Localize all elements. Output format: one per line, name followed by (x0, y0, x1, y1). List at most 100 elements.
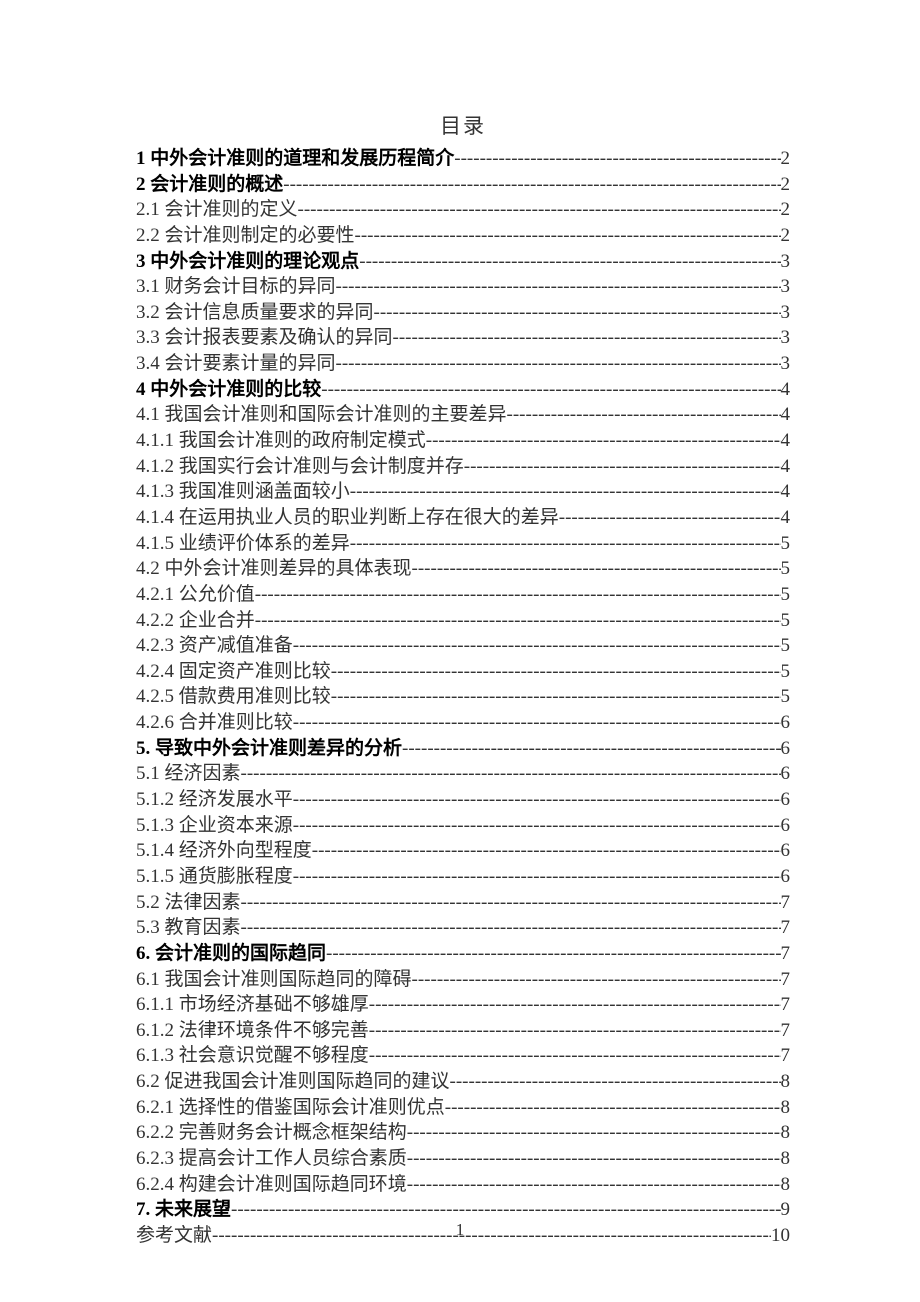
toc-entry-page: 5 (781, 684, 791, 710)
toc-leader (369, 992, 781, 1018)
toc-entry-page: 7 (781, 1018, 791, 1044)
page-number: 1 (0, 1220, 920, 1240)
toc-leader (454, 146, 780, 172)
toc-entry-label: 2 会计准则的概述 (136, 172, 283, 198)
toc-entry: 2 会计准则的概述2 (136, 172, 790, 198)
toc-entry-label: 4.1 我国会计准则和国际会计准则的主要差异 (136, 402, 507, 428)
toc-entry: 3.4 会计要素计量的异同3 (136, 351, 790, 377)
toc-entry: 4.1 我国会计准则和国际会计准则的主要差异 4 (136, 402, 790, 428)
toc-entry: 5.2 法律因素7 (136, 890, 790, 916)
toc-leader (393, 325, 781, 351)
toc-entry-label: 3 中外会计准则的理论观点 (136, 249, 359, 275)
toc-entry: 5.1.4 经济外向型程度6 (136, 838, 790, 864)
toc-entry: 6.2.2 完善财务会计概念框架结构8 (136, 1120, 790, 1146)
toc-entry-page: 6 (781, 813, 791, 839)
toc-entry: 4.2.6 合并准则比较6 (136, 710, 790, 736)
toc-entry: 5.1.2 经济发展水平 6 (136, 787, 790, 813)
toc-entry-label: 4.1.1 我国会计准则的政府制定模式 (136, 428, 426, 454)
toc-entry-label: 5.1.2 经济发展水平 (136, 787, 293, 813)
toc-leader (293, 633, 781, 659)
toc-leader (369, 1018, 781, 1044)
toc-entry-label: 5. 导致中外会计准则差异的分析 (136, 736, 402, 762)
toc-entry: 3 中外会计准则的理论观点3 (136, 249, 790, 275)
toc-entry: 6.1.3 社会意识觉醒不够程度7 (136, 1043, 790, 1069)
toc-entry-label: 6.1 我国会计准则国际趋同的障碍 (136, 967, 412, 993)
toc-entry-label: 6.2.4 构建会计准则国际趋同环境 (136, 1172, 407, 1198)
toc-leader (350, 479, 781, 505)
toc-entry: 6. 会计准则的国际趋同7 (136, 941, 790, 967)
toc-entry: 6.2.1 选择性的借鉴国际会计准则优点8 (136, 1095, 790, 1121)
toc-entry-label: 4.1.3 我国准则涵盖面较小 (136, 479, 350, 505)
toc-entry-page: 7 (781, 941, 791, 967)
toc-entry: 5.3 教育因素7 (136, 915, 790, 941)
toc-entry: 6.1.1 市场经济基础不够雄厚7 (136, 992, 790, 1018)
toc-leader (336, 351, 781, 377)
toc-leader (326, 941, 780, 967)
toc-entry-label: 5.3 教育因素 (136, 915, 241, 941)
toc-leader (331, 684, 781, 710)
toc-entry-page: 8 (781, 1069, 791, 1095)
toc-entry-page: 8 (781, 1146, 791, 1172)
toc-entry: 5.1.5 通货膨胀程度6 (136, 864, 790, 890)
toc-entry-label: 3.3 会计报表要素及确认的异同 (136, 325, 393, 351)
toc-entry: 4.2.1 公允价值 5 (136, 582, 790, 608)
toc-entry-page: 6 (781, 787, 791, 813)
toc-entry-page: 6 (781, 864, 791, 890)
toc-entry-page: 3 (781, 300, 791, 326)
toc-entry-label: 4.1.4 在运用执业人员的职业判断上存在很大的差异 (136, 505, 559, 531)
toc-leader (559, 505, 781, 531)
toc-entry-page: 5 (781, 582, 791, 608)
toc-entry-page: 3 (781, 351, 791, 377)
toc-entry: 2.2 会计准则制定的必要性2 (136, 223, 790, 249)
toc-entry-page: 4 (781, 377, 791, 403)
toc-leader (298, 197, 781, 223)
toc-entry-page: 2 (781, 197, 791, 223)
toc-leader (407, 1146, 781, 1172)
toc-leader (507, 402, 781, 428)
toc-entry-label: 4.2.6 合并准则比较 (136, 710, 293, 736)
toc-entry-label: 3.2 会计信息质量要求的异同 (136, 300, 374, 326)
toc-entry-label: 4.2.3 资产减值准备 (136, 633, 293, 659)
toc-entry-label: 2.1 会计准则的定义 (136, 197, 298, 223)
toc-entry-label: 5.1 经济因素 (136, 761, 241, 787)
toc-leader (283, 172, 780, 198)
toc-entry-label: 1 中外会计准则的道理和发展历程简介 (136, 146, 454, 172)
toc-entry-label: 6.1.1 市场经济基础不够雄厚 (136, 992, 369, 1018)
toc-leader (355, 223, 781, 249)
toc-leader (241, 890, 781, 916)
toc-entry-label: 6.2.3 提高会计工作人员综合素质 (136, 1146, 407, 1172)
toc-entry: 4.2.2 企业合并5 (136, 608, 790, 634)
toc-entry-label: 4.1.5 业绩评价体系的差异 (136, 531, 350, 557)
toc-entry: 4.1.4 在运用执业人员的职业判断上存在很大的差异 4 (136, 505, 790, 531)
toc-entry: 4 中外会计准则的比较4 (136, 377, 790, 403)
toc-leader (331, 659, 781, 685)
toc-entry: 2.1 会计准则的定义 2 (136, 197, 790, 223)
toc-leader (255, 608, 781, 634)
toc-entry-label: 4.2.4 固定资产准则比较 (136, 659, 331, 685)
toc-entry-page: 6 (781, 736, 791, 762)
toc-leader (293, 710, 781, 736)
toc-entry-label: 2.2 会计准则制定的必要性 (136, 223, 355, 249)
toc-entry: 3.2 会计信息质量要求的异同 3 (136, 300, 790, 326)
toc-entry: 4.2.3 资产减值准备5 (136, 633, 790, 659)
toc-leader (321, 377, 780, 403)
toc-entry-page: 4 (781, 454, 791, 480)
toc-leader (359, 249, 780, 275)
toc-entry-page: 3 (781, 274, 791, 300)
toc-entry-label: 4.2.1 公允价值 (136, 582, 255, 608)
toc-entry-page: 4 (781, 402, 791, 428)
toc-entry-page: 2 (781, 146, 791, 172)
toc-leader (464, 454, 781, 480)
toc-entry: 5. 导致中外会计准则差异的分析 6 (136, 736, 790, 762)
toc-entry: 6.1 我国会计准则国际趋同的障碍7 (136, 967, 790, 993)
toc-entry: 5.1.3 企业资本来源 6 (136, 813, 790, 839)
toc-entry-page: 5 (781, 659, 791, 685)
toc-entry-label: 4.1.2 我国实行会计准则与会计制度并存 (136, 454, 464, 480)
toc-entry-page: 4 (781, 479, 791, 505)
toc-entry-page: 4 (781, 505, 791, 531)
toc-entry-page: 6 (781, 761, 791, 787)
toc-entry-label: 5.1.3 企业资本来源 (136, 813, 293, 839)
toc-entry-label: 6.2.1 选择性的借鉴国际会计准则优点 (136, 1095, 445, 1121)
toc-entry: 3.3 会计报表要素及确认的异同3 (136, 325, 790, 351)
toc-entry: 4.1.3 我国准则涵盖面较小 4 (136, 479, 790, 505)
